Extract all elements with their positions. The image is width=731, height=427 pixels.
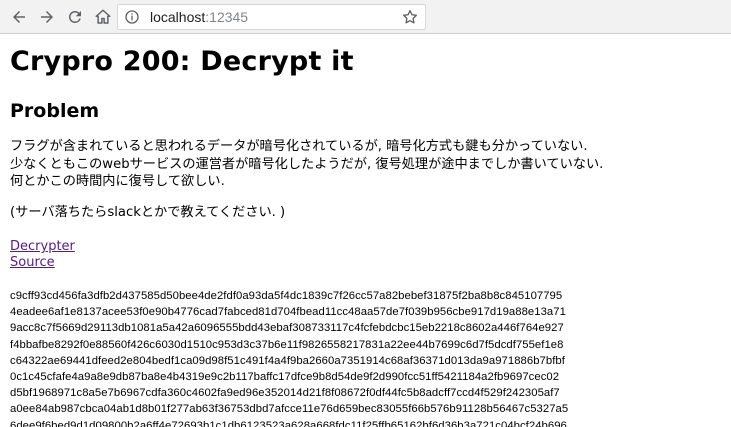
address-bar[interactable]: localhost:12345: [117, 4, 426, 30]
arrow-left-icon: [13, 11, 25, 23]
problem-line: フラグが含まれていると思われるデータが暗号化されているが, 暗号化方式も鍵も分か…: [10, 139, 588, 154]
ciphertext-line: 4eadee6af1e8137acee53f0e90b4776cad7fabce…: [10, 306, 566, 319]
page-title: Crypro 200: Decrypt it: [10, 46, 354, 77]
page-content: Crypro 200: Decrypt it Problem フラグが含まれてい…: [10, 34, 726, 427]
ciphertext-line: c64322ae69441dfeed2e804bedf1ca09d98f51c4…: [10, 354, 565, 367]
ciphertext-line: 6dee9f6bed9d1d09800b2a6ff4e72693b1c1db61…: [10, 419, 567, 427]
decrypter-link[interactable]: Decrypter: [10, 239, 75, 255]
source-link[interactable]: Source: [10, 255, 75, 271]
reload-icon: [69, 10, 81, 23]
arrow-right-icon: [41, 11, 53, 23]
section-heading: Problem: [10, 100, 100, 122]
bookmark-star-icon[interactable]: [401, 8, 419, 26]
ciphertext-block: c9cff93cd456fa3dfb2d437585d50bee4de2fdf0…: [10, 288, 568, 427]
links: Decrypter Source: [10, 239, 75, 271]
url-host: localhost: [150, 9, 206, 25]
forward-button[interactable]: [36, 6, 58, 28]
server-note: (サーバ落ちたらslackとかで教えてください. ): [10, 205, 286, 220]
problem-line: 何とかこの時間内に復号して欲しい.: [10, 174, 225, 189]
ciphertext-line: d5bf1968971c8a5e7b6967cdfa360c4602fa9ed9…: [10, 387, 560, 400]
ciphertext-line: c9cff93cd456fa3dfb2d437585d50bee4de2fdf0…: [10, 290, 563, 302]
home-icon: [95, 9, 111, 24]
reload-button[interactable]: [64, 6, 86, 28]
home-button[interactable]: [92, 6, 114, 28]
ciphertext-line: f4bbafbe8292f0e88560f426c6030d1510c953d3…: [10, 338, 564, 351]
url-port: :12345: [205, 9, 249, 25]
browser-toolbar: localhost:12345: [0, 0, 731, 34]
problem-description: フラグが含まれていると思われるデータが暗号化されているが, 暗号化方式も鍵も分か…: [10, 138, 603, 191]
ciphertext-line: 9acc8c7f5669d29113db1081a5a42a6096555bdd…: [10, 322, 564, 335]
url-text[interactable]: localhost:12345: [150, 9, 248, 25]
ciphertext-line: 0c1c45cfafe4a9a8e9db87ba8e4b4319e9c2b117…: [10, 370, 560, 383]
ciphertext-line: a0ee84ab987cbca04ab1d8b01f277ab63f36753d…: [10, 403, 569, 416]
problem-line: 少なくともこのwebサービスの運営者が暗号化したようだが, 復号処理が途中までし…: [10, 156, 604, 172]
info-icon[interactable]: [124, 9, 140, 25]
back-button[interactable]: [8, 6, 30, 28]
